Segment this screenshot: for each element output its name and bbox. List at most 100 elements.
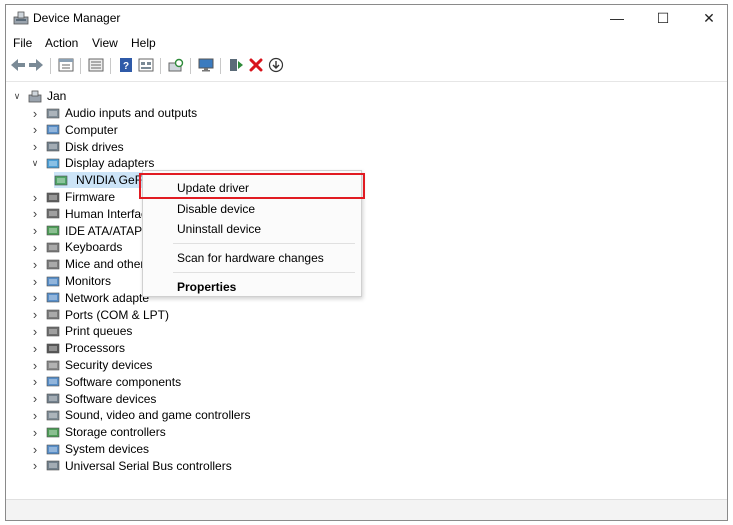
tree-item-label: Software devices: [65, 391, 157, 406]
tree-item-label: Universal Serial Bus controllers: [65, 458, 232, 473]
menu-file[interactable]: File: [13, 36, 32, 50]
chevron-right-icon[interactable]: ›: [30, 458, 40, 473]
tree-category[interactable]: › Monitors: [30, 273, 111, 289]
back-arrow-icon[interactable]: [10, 57, 26, 73]
menu-bar: File Action View Help: [6, 34, 727, 52]
chevron-right-icon[interactable]: ›: [30, 274, 40, 289]
tree-item-label: Keyboards: [65, 240, 123, 255]
printer-icon: [46, 325, 60, 338]
tree-item-label: Sound, video and game controllers: [65, 408, 251, 423]
menu-action[interactable]: Action: [45, 36, 78, 50]
chevron-right-icon[interactable]: ›: [30, 206, 40, 221]
help-icon[interactable]: ?: [118, 57, 134, 73]
tree-category[interactable]: › System devices: [30, 441, 149, 457]
chevron-right-icon[interactable]: ›: [30, 374, 40, 389]
tree-category[interactable]: › Security devices: [30, 357, 153, 373]
tree-category[interactable]: › Sound, video and game controllers: [30, 407, 251, 423]
menu-help[interactable]: Help: [131, 36, 156, 50]
tree-item-label: Ports (COM & LPT): [65, 307, 170, 322]
tree-category[interactable]: › Print queues: [30, 323, 133, 339]
network-adapter-icon: [46, 291, 60, 304]
chevron-right-icon[interactable]: ›: [30, 442, 40, 457]
tree-category[interactable]: › Firmware: [30, 189, 115, 205]
title-bar: Device Manager — ☐ ✕: [6, 5, 727, 31]
tree-category[interactable]: › IDE ATA/ATAPI c: [30, 223, 155, 239]
tree-item-label: Processors: [65, 341, 126, 356]
status-bar: [6, 499, 727, 520]
tree-category[interactable]: › Human Interfac: [30, 206, 147, 222]
monitor-icon[interactable]: [198, 57, 214, 73]
chevron-right-icon[interactable]: ›: [30, 307, 40, 322]
tree-root[interactable]: ∨ Jan: [12, 88, 67, 104]
context-separator: [173, 243, 355, 244]
system-device-icon: [46, 443, 60, 456]
tree-category[interactable]: › Software components: [30, 374, 181, 390]
chevron-right-icon[interactable]: ›: [30, 122, 40, 137]
tree-category[interactable]: › Keyboards: [30, 239, 123, 255]
chevron-right-icon[interactable]: ›: [30, 358, 40, 373]
tree-category[interactable]: › Network adapte: [30, 290, 149, 306]
chevron-right-icon[interactable]: ›: [30, 408, 40, 423]
chevron-right-icon[interactable]: ›: [30, 290, 40, 305]
device-manager-app-icon: [13, 11, 29, 25]
list-view-icon[interactable]: [88, 57, 104, 73]
chevron-right-icon[interactable]: ›: [30, 190, 40, 205]
tree-item-label: Software components: [65, 374, 182, 389]
close-button[interactable]: ✕: [686, 5, 732, 31]
tree-category[interactable]: ∨ Display adapters: [30, 155, 155, 171]
ide-controller-icon: [46, 224, 60, 237]
tree-item-label: Disk drives: [65, 139, 124, 154]
gpu-icon: [54, 174, 68, 187]
monitor-icon: [46, 275, 60, 288]
chevron-down-icon[interactable]: ∨: [12, 91, 22, 101]
chevron-right-icon[interactable]: ›: [30, 257, 40, 272]
storage-controller-icon: [46, 426, 60, 439]
device-manager-window: Device Manager — ☐ ✕ File Action View He…: [5, 4, 728, 521]
tree-category[interactable]: › Storage controllers: [30, 424, 166, 440]
mouse-icon: [46, 258, 60, 271]
chevron-down-icon[interactable]: ∨: [30, 158, 40, 168]
tree-item-label: Human Interfac: [65, 206, 148, 221]
context-disable-device[interactable]: Disable device: [177, 202, 255, 216]
chevron-right-icon[interactable]: ›: [30, 223, 40, 238]
chevron-right-icon[interactable]: ›: [30, 341, 40, 356]
context-properties[interactable]: Properties: [177, 280, 236, 294]
menu-view[interactable]: View: [92, 36, 118, 50]
tree-category[interactable]: › Audio inputs and outputs: [30, 105, 197, 121]
tree-item-label: Monitors: [65, 274, 112, 288]
tree-category[interactable]: › Universal Serial Bus controllers: [30, 458, 232, 474]
usb-icon: [46, 459, 60, 472]
minimize-button[interactable]: —: [594, 5, 640, 31]
maximize-button[interactable]: ☐: [640, 5, 686, 31]
update-driver-highlight-box: [139, 173, 365, 199]
tree-item-label: System devices: [65, 442, 150, 456]
toolbar: ?: [6, 55, 727, 77]
speaker-icon: [46, 107, 60, 120]
chevron-right-icon[interactable]: ›: [30, 425, 40, 440]
properties-sheet-icon[interactable]: [58, 57, 74, 73]
tree-item-label: Display adapters: [65, 156, 155, 171]
scan-icon[interactable]: [168, 57, 184, 73]
tree-root-label: Jan: [47, 89, 67, 103]
tree-item-label: Computer: [65, 122, 118, 137]
tree-category[interactable]: › Computer: [30, 122, 118, 138]
tree-category[interactable]: › Software devices: [30, 391, 157, 407]
chevron-right-icon[interactable]: ›: [30, 324, 40, 339]
chevron-right-icon[interactable]: ›: [30, 240, 40, 255]
chevron-right-icon[interactable]: ›: [30, 139, 40, 154]
forward-arrow-icon[interactable]: [28, 57, 44, 73]
update-driver-icon[interactable]: [228, 57, 244, 73]
context-uninstall-device[interactable]: Uninstall device: [177, 222, 261, 236]
tree-category[interactable]: › Processors: [30, 340, 125, 356]
tree-category[interactable]: › Disk drives: [30, 139, 124, 155]
download-icon[interactable]: [268, 57, 284, 73]
software-component-icon: [46, 375, 60, 388]
context-scan-hardware[interactable]: Scan for hardware changes: [177, 251, 324, 265]
uninstall-icon[interactable]: [248, 57, 264, 73]
sound-icon: [46, 409, 60, 422]
chevron-right-icon[interactable]: ›: [30, 106, 40, 121]
properties-icon[interactable]: [138, 57, 154, 73]
chevron-right-icon[interactable]: ›: [30, 391, 40, 406]
tree-category[interactable]: › Mice and other: [30, 256, 145, 272]
tree-category[interactable]: › Ports (COM & LPT): [30, 307, 169, 323]
